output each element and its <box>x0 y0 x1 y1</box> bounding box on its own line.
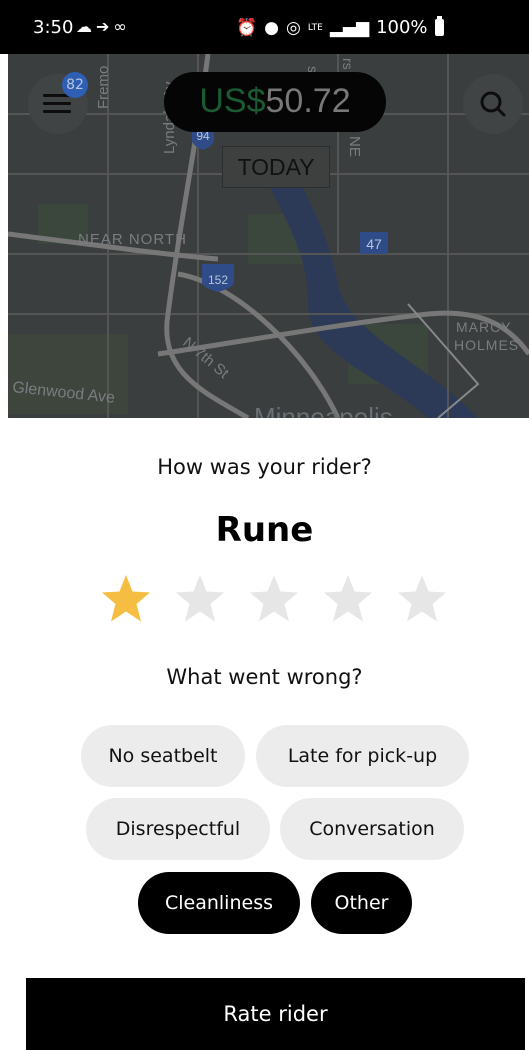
issue-chip-conversation[interactable]: Conversation <box>280 798 464 860</box>
svg-text:47: 47 <box>366 236 382 252</box>
svg-text:152: 152 <box>208 273 228 287</box>
svg-text:NEAR NORTH: NEAR NORTH <box>78 231 187 248</box>
status-notification-icons: ☁➔∞ <box>76 17 131 36</box>
search-icon <box>480 91 506 117</box>
star-1-icon[interactable] <box>100 573 152 625</box>
issue-chip-disrespectful[interactable]: Disrespectful <box>86 798 270 860</box>
signal-icon: ▂▄▆ <box>329 17 370 38</box>
alarm-icon: ⏰ <box>236 17 258 38</box>
cloud-icon: ☁ <box>76 17 96 36</box>
star-3-icon[interactable] <box>248 573 300 625</box>
rider-name: Rune <box>215 510 314 550</box>
issue-chip-other[interactable]: Other <box>311 872 412 934</box>
earnings-value: 50.72 <box>265 82 351 120</box>
hotspot-icon: ◎ <box>286 17 301 38</box>
svg-text:Fremo: Fremo <box>95 66 112 109</box>
star-4-icon[interactable] <box>322 573 374 625</box>
status-time: 3:50 <box>33 17 74 38</box>
voicemail-icon: ∞ <box>113 17 131 36</box>
rate-rider-button[interactable]: Rate rider <box>26 978 525 1050</box>
issues-prompt: What went wrong? <box>166 665 363 689</box>
forward-box-icon: ➔ <box>96 17 114 36</box>
battery-percent: 100% <box>376 17 428 38</box>
svg-text:MARCY: MARCY <box>456 319 512 335</box>
status-right: ⏰ ● ◎ LTE ▂▄▆ 100% <box>236 16 444 38</box>
earnings-pill[interactable]: US$50.72 <box>164 72 386 132</box>
svg-text:NE: NE <box>346 136 363 157</box>
star-5-icon[interactable] <box>396 573 448 625</box>
svg-text:rs: rs <box>340 58 356 70</box>
earnings-currency: US$ <box>199 82 266 120</box>
status-bar: 3:50 ☁➔∞ ⏰ ● ◎ LTE ▂▄▆ 100% <box>0 0 529 54</box>
rating-question: How was your rider? <box>157 455 372 479</box>
period-label[interactable]: TODAY <box>222 146 330 188</box>
issue-chip-no-seatbelt[interactable]: No seatbelt <box>81 725 245 787</box>
issue-chip-late-for-pick-up[interactable]: Late for pick-up <box>256 725 469 787</box>
issue-chip-cleanliness[interactable]: Cleanliness <box>138 872 300 934</box>
hwy47-shield: 47 <box>360 232 388 254</box>
location-icon: ● <box>264 17 280 38</box>
network-type: LTE <box>307 22 323 33</box>
svg-text:Minneapolis: Minneapolis <box>254 402 393 418</box>
earnings-amount: US$50.72 <box>164 82 386 121</box>
battery-icon <box>434 16 444 36</box>
search-button[interactable] <box>463 74 523 134</box>
star-rating <box>100 573 450 625</box>
hwy152-shield: 152 <box>202 264 234 292</box>
star-2-icon[interactable] <box>174 573 226 625</box>
svg-text:HOLMES: HOLMES <box>454 337 519 353</box>
notification-badge: 82 <box>62 72 88 98</box>
